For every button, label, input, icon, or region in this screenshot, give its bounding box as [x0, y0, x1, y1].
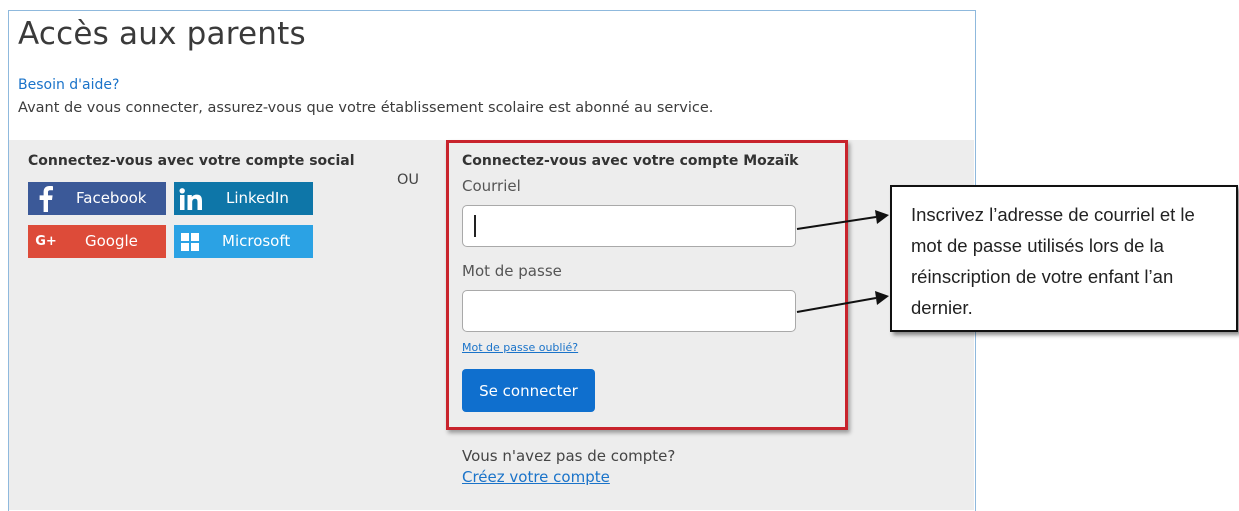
instruction-callout: Inscrivez l’adresse de courriel et le mo… — [890, 185, 1238, 332]
or-separator: OU — [397, 172, 420, 188]
google-login-button[interactable]: G+ Google — [28, 225, 166, 258]
microsoft-login-button[interactable]: Microsoft — [174, 225, 313, 258]
forgot-password-link[interactable]: Mot de passe oublié? — [462, 341, 578, 354]
linkedin-icon — [174, 182, 208, 215]
windows-icon — [174, 225, 206, 258]
microsoft-label: Microsoft — [222, 232, 291, 250]
google-label: Google — [85, 232, 138, 250]
no-account-text: Vous n'avez pas de compte? — [462, 447, 676, 465]
linkedin-label: LinkedIn — [226, 189, 289, 207]
login-button[interactable]: Se connecter — [462, 369, 595, 412]
text-cursor — [474, 215, 476, 237]
help-link[interactable]: Besoin d'aide? — [18, 77, 119, 93]
email-label: Courriel — [462, 177, 521, 195]
intro-text: Avant de vous connecter, assurez-vous qu… — [18, 100, 714, 116]
google-plus-icon: G+ — [35, 234, 57, 249]
password-label: Mot de passe — [462, 262, 562, 280]
facebook-label: Facebook — [76, 189, 147, 207]
social-login-heading: Connectez-vous avec votre compte social — [28, 153, 355, 169]
page-title: Accès aux parents — [18, 16, 306, 52]
facebook-login-button[interactable]: Facebook — [28, 182, 166, 215]
password-field[interactable] — [462, 290, 796, 332]
email-field[interactable] — [462, 205, 796, 247]
create-account-link[interactable]: Créez votre compte — [462, 468, 610, 486]
facebook-icon — [28, 182, 64, 215]
linkedin-login-button[interactable]: LinkedIn — [174, 182, 313, 215]
mozaik-login-heading: Connectez-vous avec votre compte Mozaïk — [462, 153, 799, 169]
